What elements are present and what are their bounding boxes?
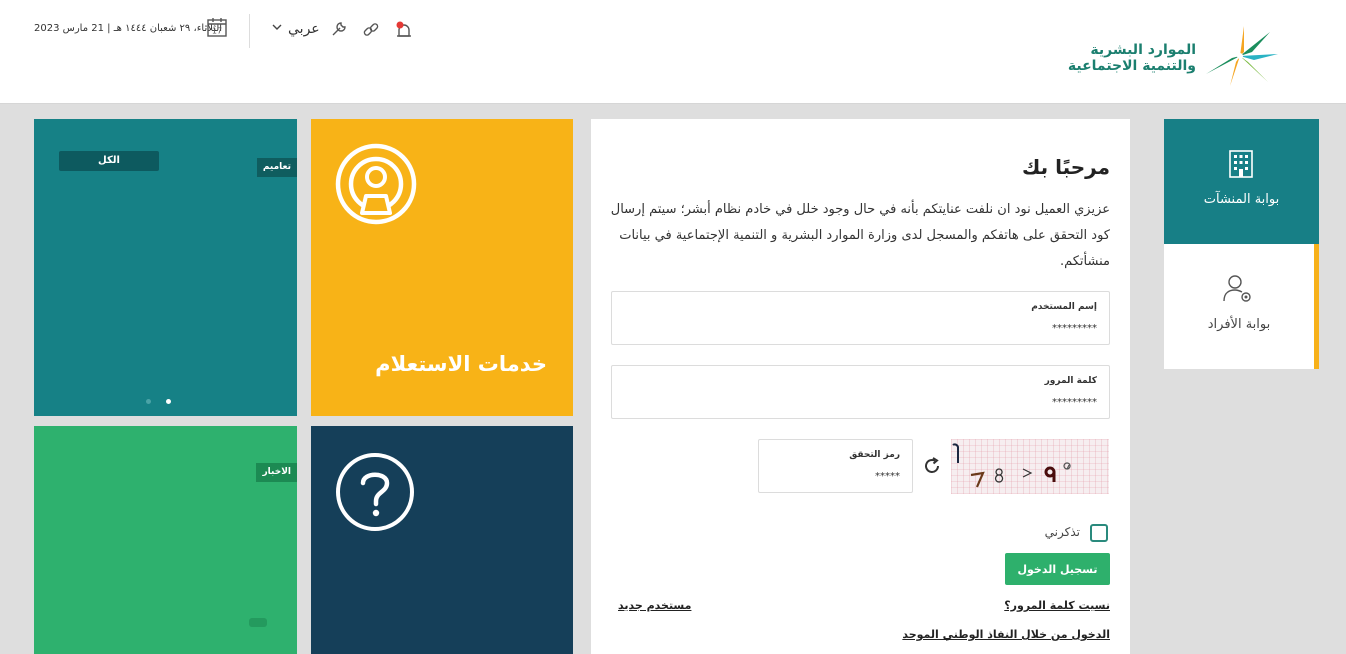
calendar-icon: 17 (207, 18, 227, 37)
wrench-icon[interactable] (330, 20, 348, 38)
carousel-dots[interactable] (146, 399, 176, 405)
circulars-tag: تعاميم (256, 158, 297, 177)
establishments-portal-tab[interactable]: بوابة المنشآت (1164, 119, 1319, 244)
remember-label: تذكرني (1044, 525, 1080, 539)
calendar-day: 17 (212, 27, 222, 36)
password-label: كلمة المرور (1044, 376, 1097, 386)
ministry-emblem-icon (1206, 26, 1278, 86)
chevron-down-icon (272, 24, 282, 30)
forgot-password-link[interactable]: نسيت كلمة المرور؟ (1004, 599, 1110, 612)
circulars-tile[interactable]: الكل تعاميم (34, 119, 297, 416)
refresh-captcha-icon[interactable] (922, 456, 942, 476)
individuals-portal-label: بوابة الأفراد (1207, 317, 1271, 332)
logo-line-2: والتنمية الاجتماعية (1067, 58, 1196, 74)
new-user-link[interactable]: مستخدم جديد (618, 599, 691, 612)
broadcast-user-icon (335, 143, 417, 225)
bell-icon[interactable] (394, 21, 414, 41)
logo-line-1: الموارد البشرية (1090, 42, 1196, 58)
welcome-title: مرحبًا بك (1021, 155, 1110, 179)
verification-code-input[interactable] (780, 468, 900, 484)
remember-me[interactable]: تذكرني (988, 524, 1108, 542)
news-tag: الاخبار (256, 463, 297, 482)
logo-text: الموارد البشرية والتنمية الاجتماعية (1068, 42, 1196, 74)
login-button[interactable]: تسجيل الدخول (1005, 553, 1110, 585)
user-settings-icon (1223, 275, 1251, 302)
nafath-login-link[interactable]: الدخول من خلال النفاذ الوطني الموحد (902, 628, 1110, 641)
login-card: مرحبًا بك عزيزي العميل نود ان نلفت عنايت… (591, 119, 1130, 654)
username-field[interactable]: إسم المستخدم (611, 291, 1110, 345)
language-label: عربي (288, 21, 320, 37)
header-divider (249, 14, 250, 48)
carousel-dot[interactable] (146, 399, 151, 404)
login-notice: عزيزي العميل نود ان نلفت عنايتكم بأنه في… (610, 202, 1110, 269)
help-tile[interactable] (311, 426, 573, 654)
news-tile[interactable]: الاخبار (34, 426, 297, 654)
date-display: الثلاثاء، ٢٩ شعبان ١٤٤٤ هـ | 21 مارس 202… (34, 23, 223, 34)
link-icon[interactable] (362, 21, 380, 39)
establishments-portal-label: بوابة المنشآت (1203, 192, 1280, 207)
username-label: إسم المستخدم (1031, 302, 1097, 312)
question-mark-icon (336, 453, 414, 531)
news-indicator (249, 618, 267, 627)
inquiry-services-tile[interactable]: خدمات الاستعلام (311, 119, 573, 416)
captcha-image (951, 439, 1109, 494)
top-header: الموارد البشرية والتنمية الاجتماعية الثل… (0, 0, 1346, 104)
building-icon (1229, 150, 1253, 178)
carousel-dot-active[interactable] (166, 399, 171, 404)
verification-code-field[interactable]: رمز التحقق (758, 439, 913, 493)
all-filter-button[interactable]: الكل (59, 151, 159, 171)
individuals-portal-tab[interactable]: بوابة الأفراد (1164, 244, 1319, 369)
remember-checkbox[interactable] (1090, 524, 1108, 542)
inquiry-services-label: خدمات الاستعلام (375, 352, 547, 376)
verification-code-label: رمز التحقق (849, 450, 900, 460)
password-input[interactable] (897, 394, 1097, 410)
password-field[interactable]: كلمة المرور (611, 365, 1110, 419)
ministry-logo[interactable]: الموارد البشرية والتنمية الاجتماعية (1068, 24, 1278, 88)
username-input[interactable] (897, 320, 1097, 336)
